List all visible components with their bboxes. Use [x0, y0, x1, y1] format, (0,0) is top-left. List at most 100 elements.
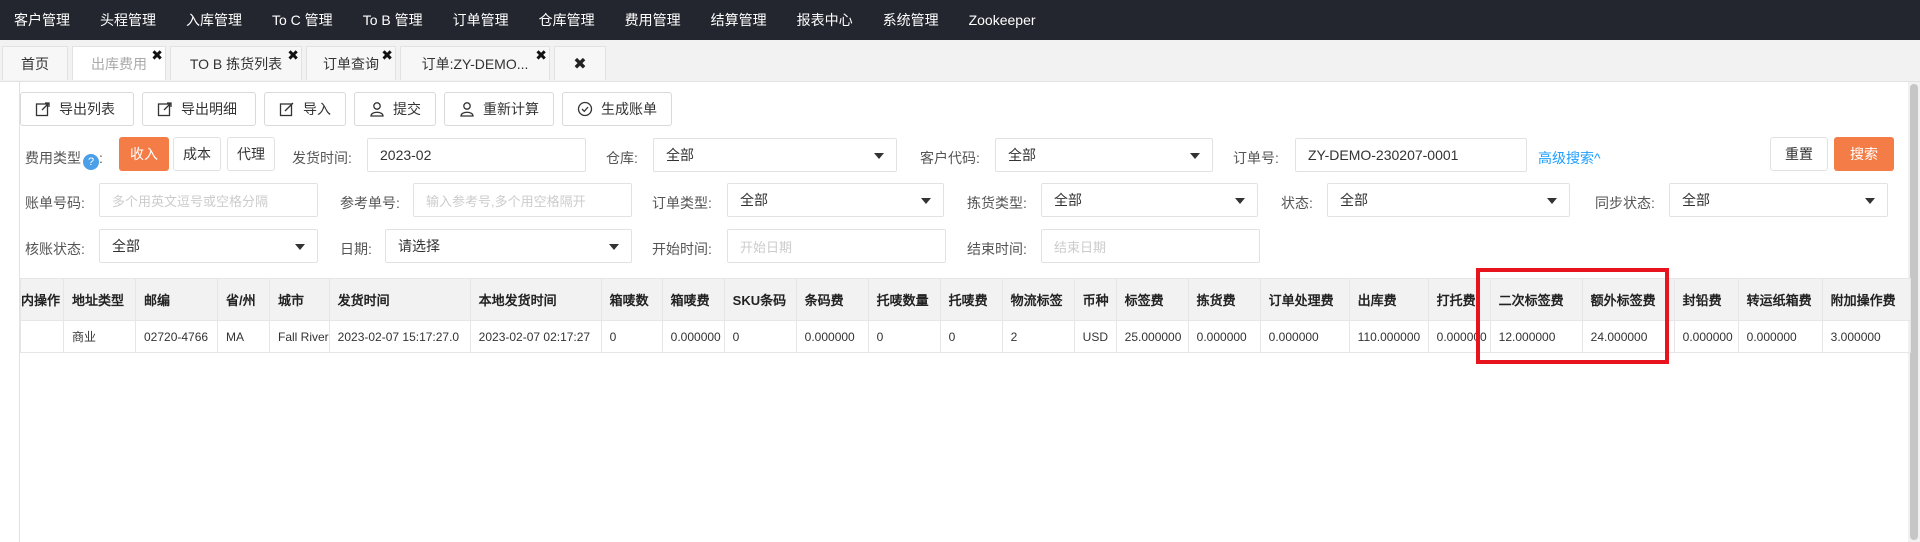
cell-barcode-fee: 0.000000 — [795, 320, 869, 353]
col-header-additional-op-fee[interactable]: 附加操作费 — [1821, 278, 1911, 321]
col-header-op[interactable]: 内操作 — [20, 278, 64, 321]
status-select[interactable]: 全部 — [1327, 183, 1570, 217]
nav-customer-management[interactable]: 客户管理 — [14, 10, 70, 30]
nav-warehouse-management[interactable]: 仓库管理 — [539, 10, 595, 30]
tab-close-icon[interactable]: ✖ — [151, 48, 163, 62]
col-header-logistics-label[interactable]: 物流标签 — [1001, 278, 1075, 321]
fee-type-agent-button[interactable]: 代理 — [227, 137, 275, 171]
export-detail-button[interactable]: 导出明细 — [142, 92, 256, 126]
nav-fee-management[interactable]: 费用管理 — [625, 10, 681, 30]
col-header-sku-barcode[interactable]: SKU条码 — [723, 278, 797, 321]
tab-close-all[interactable]: ✖ — [554, 46, 606, 80]
nav-system-management[interactable]: 系统管理 — [883, 10, 939, 30]
tab-tob-pick-list-label: TO B 拣货列表 — [189, 55, 283, 72]
cell-carton-mark-count: 0 — [600, 320, 663, 353]
tab-order-query[interactable]: 订单查询 ✖ — [306, 46, 396, 80]
tab-close-icon[interactable]: ✖ — [287, 48, 299, 62]
col-header-carton-mark-count[interactable]: 箱唛数 — [600, 278, 663, 321]
col-header-zip[interactable]: 邮编 — [135, 278, 218, 321]
col-header-picking-fee[interactable]: 拣货费 — [1187, 278, 1261, 321]
start-time-label: 开始时间: — [652, 241, 712, 257]
search-button[interactable]: 搜索 — [1834, 137, 1894, 171]
tab-outbound-fee[interactable]: 出库费用 ✖ — [72, 46, 166, 80]
status-value: 全部 — [1340, 192, 1368, 208]
cell-seal-fee: 0.000000 — [1673, 320, 1739, 353]
col-header-pallet-mark-fee[interactable]: 托唛费 — [939, 278, 1003, 321]
nav-tob-management[interactable]: To B 管理 — [363, 10, 423, 30]
nav-inbound-management[interactable]: 入库管理 — [186, 10, 242, 30]
ship-time-label: 发货时间: — [292, 150, 352, 166]
col-header-outbound-fee[interactable]: 出库费 — [1348, 278, 1429, 321]
fee-type-cost-button[interactable]: 成本 — [173, 137, 221, 171]
nav-toc-management[interactable]: To C 管理 — [272, 10, 333, 30]
generate-bill-button[interactable]: 生成账单 — [562, 92, 672, 126]
nav-zookeeper[interactable]: Zookeeper — [969, 12, 1036, 28]
nav-settlement-management[interactable]: 结算管理 — [711, 10, 767, 30]
nav-order-management[interactable]: 订单管理 — [453, 10, 509, 30]
col-header-pallet-mark-qty[interactable]: 托唛数量 — [867, 278, 941, 321]
cell-city: Fall River — [269, 320, 330, 353]
date-value: 请选择 — [398, 238, 440, 254]
col-header-address-type[interactable]: 地址类型 — [63, 278, 136, 321]
submit-button[interactable]: 提交 — [354, 92, 436, 126]
col-header-state[interactable]: 省/州 — [217, 278, 270, 321]
ref-no-input[interactable]: 输入参考号,多个用空格隔开 — [413, 183, 632, 217]
order-no-label: 订单号: — [1233, 150, 1279, 166]
end-date-input[interactable]: 结束日期 — [1041, 229, 1260, 263]
fee-type-label-text: 费用类型 — [25, 150, 81, 166]
end-time-label: 结束时间: — [967, 241, 1027, 257]
warehouse-label: 仓库: — [606, 150, 638, 166]
tab-order-detail[interactable]: 订单:ZY-DEMO... ✖ — [400, 46, 550, 80]
warehouse-select[interactable]: 全部 — [653, 138, 897, 172]
advanced-search-link[interactable]: 高级搜索^ — [1538, 148, 1601, 168]
customer-code-select[interactable]: 全部 — [995, 138, 1213, 172]
order-no-input[interactable]: ZY-DEMO-230207-0001 — [1295, 138, 1527, 172]
col-header-seal-fee[interactable]: 封铅费 — [1673, 278, 1739, 321]
cell-state: MA — [217, 320, 270, 353]
col-header-currency[interactable]: 币种 — [1073, 278, 1117, 321]
edit-icon — [279, 102, 294, 117]
scrollbar-thumb[interactable] — [1910, 84, 1918, 540]
cell-picking-fee: 0.000000 — [1187, 320, 1261, 353]
export-icon — [157, 102, 172, 117]
cell-local-ship-time: 2023-02-07 02:17:27 — [469, 320, 602, 353]
customer-code-label: 客户代码: — [920, 150, 980, 166]
status-label: 状态: — [1281, 195, 1313, 211]
import-button[interactable]: 导入 — [264, 92, 346, 126]
col-header-label-fee[interactable]: 标签费 — [1115, 278, 1189, 321]
cell-pallet-mark-fee: 0 — [939, 320, 1003, 353]
col-header-order-handling-fee[interactable]: 订单处理费 — [1259, 278, 1350, 321]
tab-close-icon[interactable]: ✖ — [381, 48, 393, 62]
nav-first-leg-management[interactable]: 头程管理 — [100, 10, 156, 30]
check-status-select[interactable]: 全部 — [99, 229, 318, 263]
order-type-select[interactable]: 全部 — [727, 183, 944, 217]
tab-bar: 首页 出库费用 ✖ TO B 拣货列表 ✖ 订单查询 ✖ 订单:ZY-DEMO... ✖… — [0, 40, 1920, 82]
col-header-city[interactable]: 城市 — [269, 278, 330, 321]
recalculate-button[interactable]: 重新计算 — [444, 92, 554, 126]
date-select[interactable]: 请选择 — [385, 229, 632, 263]
bill-no-input[interactable]: 多个用英文逗号或空格分隔 — [99, 183, 318, 217]
reset-button[interactable]: 重置 — [1770, 137, 1828, 171]
col-header-local-ship-time[interactable]: 本地发货时间 — [469, 278, 602, 321]
nav-report-center[interactable]: 报表中心 — [797, 10, 853, 30]
pick-type-select[interactable]: 全部 — [1041, 183, 1258, 217]
cell-currency: USD — [1073, 320, 1117, 353]
ship-time-input[interactable]: 2023-02 — [367, 138, 586, 172]
col-header-barcode-fee[interactable]: 条码费 — [795, 278, 869, 321]
col-header-transfer-carton-fee[interactable]: 转运纸箱费 — [1737, 278, 1823, 321]
close-icon[interactable]: ✖ — [573, 54, 586, 74]
cell-additional-op-fee: 3.000000 — [1821, 320, 1911, 353]
tab-home[interactable]: 首页 — [2, 46, 68, 80]
cell-order-handling-fee: 0.000000 — [1259, 320, 1350, 353]
tab-close-icon[interactable]: ✖ — [535, 48, 547, 62]
tab-tob-pick-list[interactable]: TO B 拣货列表 ✖ — [170, 46, 302, 80]
col-header-ship-time[interactable]: 发货时间 — [328, 278, 471, 321]
help-icon[interactable]: ? — [83, 154, 99, 170]
start-date-input[interactable]: 开始日期 — [727, 229, 946, 263]
col-header-carton-mark-fee[interactable]: 箱唛费 — [661, 278, 725, 321]
order-type-label: 订单类型: — [652, 195, 712, 211]
pick-type-value: 全部 — [1054, 192, 1082, 208]
sync-status-select[interactable]: 全部 — [1669, 183, 1888, 217]
export-list-button[interactable]: 导出列表 — [20, 92, 134, 126]
fee-type-income-button[interactable]: 收入 — [119, 137, 169, 171]
